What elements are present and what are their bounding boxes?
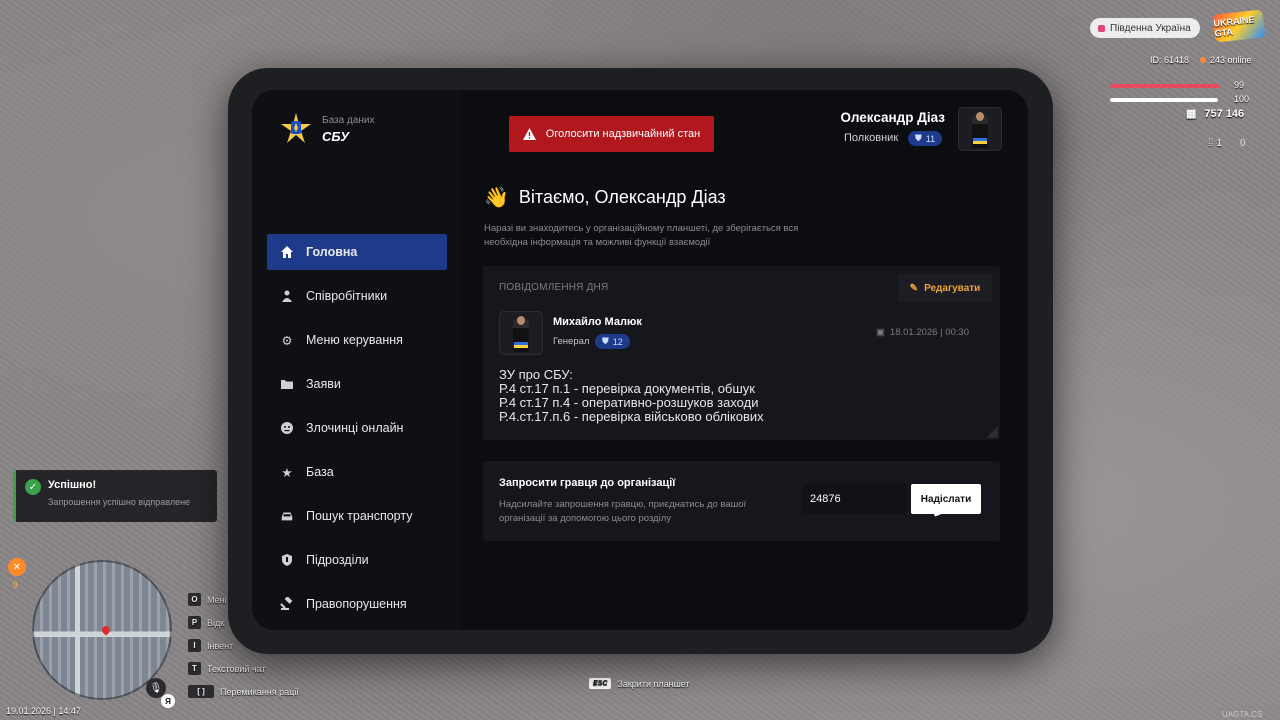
motd-line: Р.4 ст.17 п.1 - перевірка документів, об… [499,381,755,396]
server-dot-icon [1098,24,1105,32]
invite-description: Надсилайте запрошення гравцю, приєднатис… [499,499,747,524]
money: ▦ 757 146 [1186,107,1245,121]
send-button[interactable]: Надіслати [911,484,981,514]
users-icon [280,289,294,303]
gear-icon: ⚙ [281,333,293,348]
user-rank: Полковник [844,132,899,144]
emergency-button[interactable]: Оголосити надзвичайний стан [509,116,714,152]
criminal-icon [280,421,294,435]
datetime: 19.01.2026 | 14:47 [6,706,81,716]
invite-title: Запросити гравця до організації [499,477,676,489]
player-id: ID: 61418 [1150,55,1190,65]
badge-shield-icon: ⛊ [602,336,609,346]
armor-value: 100 [1234,94,1250,104]
toast-title: Успішно! [48,479,97,491]
keybind-row: [ ] Перемикання рації [188,680,299,703]
cash-icon: ▦ [1186,108,1197,120]
invite-card: Запросити гравця до організації Надсилай… [483,461,1000,541]
motd-line: Р.4 ст.17 п.4 - оперативно-розшуков захо… [499,395,759,410]
sidebar: База даних СБУ Головна Співробітники ⚙ М… [252,90,460,630]
sidebar-item-base[interactable]: ★ База [267,454,447,490]
shield-icon [280,553,294,567]
warning-icon [522,128,536,140]
motd-line: ЗУ про СБУ: [499,367,573,382]
sidebar-item-home[interactable]: Головна [267,234,447,270]
player-id-input[interactable] [803,484,907,514]
greeting: 👋 Вітаємо, Олександр Діаз [484,185,726,210]
health-value: 99 [1234,80,1245,90]
sidebar-item-management[interactable]: ⚙ Меню керування [267,322,447,358]
home-icon [280,245,294,259]
hunger-value: 9 [13,580,19,590]
user-avatar[interactable] [958,107,1002,151]
badge-shield-icon: ⛊ [915,133,922,143]
sidebar-item-criminals[interactable]: Злочинці онлайн [267,410,447,446]
car-icon [280,509,294,523]
pencil-icon: ✎ [909,282,919,294]
author-name: Михайло Малюк [553,316,642,328]
esc-key: ESC [589,678,612,689]
sidebar-item-applications[interactable]: Заяви [267,366,447,402]
sidebar-item-units[interactable]: Підрозділи [267,542,447,578]
greeting-subtext: Наразі ви знаходитесь у організаційному … [484,223,799,248]
keybind-row: T Текстовий чат [188,657,299,680]
user-level-badge: ⛊ 11 [908,131,943,146]
folder-icon [280,377,294,391]
wave-icon: 👋 [484,187,509,209]
resize-handle[interactable] [986,426,998,438]
server-name: Південна Україна [1110,22,1191,34]
ammo: ⁞⁞ 1 [1208,138,1222,149]
motd-label: ПОВІДОМЛЕННЯ ДНЯ [499,282,609,293]
star-icon: ★ [281,465,293,480]
online-dot-icon [1200,57,1206,63]
motd-date: ▣ 18.01.2026 | 00:30 [875,327,969,338]
language-indicator: Я [161,694,175,708]
health-bar [1110,84,1220,88]
logo-subtitle: База даних [322,115,375,126]
user-name: Олександр Діаз [840,110,945,125]
hunger-icon: ✕ [8,558,26,576]
calendar-icon: ▣ [875,327,885,338]
success-toast: ✓ Успішно! Запрошення успішно відправлен… [13,470,217,522]
ammo-reserve: 0 [1240,138,1246,149]
edit-button[interactable]: ✎ Редагувати [898,274,992,302]
message-of-day-card: ПОВІДОМЛЕННЯ ДНЯ ✎ Редагувати Михайло Ма… [483,266,1000,440]
esc-hint: ESC Закрити планшет [589,678,690,689]
tablet-screen: База даних СБУ Головна Співробітники ⚙ М… [252,90,1028,630]
server-badge: Південна Україна [1090,18,1200,38]
ammo-icon: ⁞⁞ [1208,138,1214,149]
sbu-emblem-icon [281,113,311,143]
author-rank: Генерал [553,336,590,347]
logo-title: СБУ [322,129,350,144]
greeting-text: Вітаємо, Олександр Діаз [518,187,726,207]
sidebar-nav: Головна Співробітники ⚙ Меню керування З… [267,234,447,630]
sidebar-item-employees[interactable]: Співробітники [267,278,447,314]
author-avatar [499,311,543,355]
motd-text: ЗУ про СБУ: Р.4 ст.17 п.1 - перевірка до… [499,368,764,424]
armor-bar [1110,98,1218,102]
motd-line: Р.4.ст.17.п.6 - перевірка військово облі… [499,409,764,424]
sidebar-item-offenses[interactable]: Правопорушення [267,586,447,622]
watermark: UAGTA.CS [1222,710,1263,719]
check-icon: ✓ [25,479,41,495]
toast-message: Запрошення успішно відправлене [48,497,191,507]
author-level-badge: ⛊ 12 [595,334,630,349]
sidebar-item-vehicle-search[interactable]: Пошук транспорту [267,498,447,534]
gavel-icon [280,597,294,611]
game-logo: UKRAINE GTA [1212,9,1266,43]
online-count: 243 online [1200,55,1252,65]
